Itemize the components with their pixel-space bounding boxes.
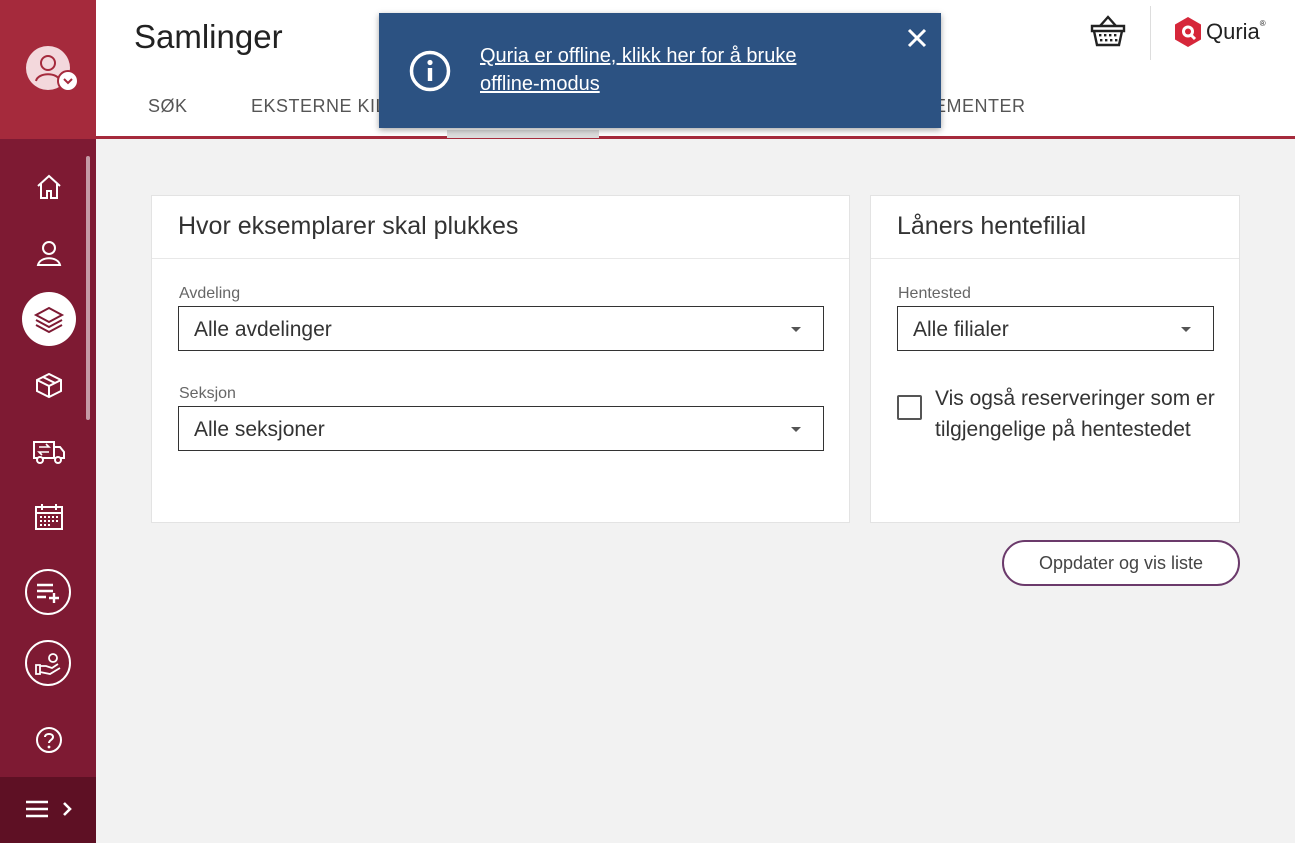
quria-logo: Quria®	[1174, 16, 1266, 48]
close-icon[interactable]	[906, 27, 928, 54]
help-icon[interactable]	[24, 715, 74, 765]
quria-logo-icon	[1175, 17, 1201, 47]
caret-down-icon	[791, 427, 801, 432]
menu-expand-icon[interactable]	[0, 777, 96, 843]
chevron-down-icon[interactable]	[57, 70, 79, 92]
offline-toast: Quria er offline, klikk her for å bruke …	[379, 13, 941, 128]
department-value: Alle avdelinger	[194, 318, 332, 341]
home-icon[interactable]	[24, 162, 74, 212]
available-reservations-label[interactable]: Vis også reserveringer som er tilgjengel…	[935, 383, 1225, 445]
basket-icon[interactable]	[1090, 14, 1126, 53]
sidebar-header	[0, 0, 96, 139]
hand-give-icon[interactable]	[25, 640, 71, 686]
sidebar	[0, 0, 96, 843]
available-reservations-checkbox[interactable]	[897, 395, 922, 420]
active-tab-indicator	[447, 130, 599, 138]
info-icon	[409, 50, 451, 97]
tab-elements[interactable]: EMENTER	[934, 96, 1026, 117]
caret-down-icon	[1181, 327, 1191, 332]
header-divider	[1150, 6, 1151, 60]
layers-icon[interactable]	[22, 292, 76, 346]
pick-location-card: Hvor eksemplarer skal plukkes Avdeling A…	[151, 195, 850, 523]
section-value: Alle seksjoner	[194, 418, 325, 441]
calendar-icon[interactable]	[24, 492, 74, 542]
truck-transfer-icon[interactable]	[24, 426, 74, 476]
brand-name-text: Quria	[1206, 19, 1260, 44]
brand-name: Quria®	[1206, 19, 1266, 45]
offline-mode-link[interactable]: Quria er offline, klikk her for å bruke …	[480, 42, 860, 98]
pick-location-title: Hvor eksemplarer skal plukkes	[178, 212, 519, 240]
pickup-value: Alle filialer	[913, 318, 1009, 341]
tab-search[interactable]: SØK	[148, 96, 188, 117]
page-title: Samlinger	[134, 18, 283, 55]
pickup-branch-card: Låners hentefilial Hentested Alle filial…	[870, 195, 1240, 523]
section-select[interactable]: Alle seksjoner	[178, 406, 824, 451]
department-label: Avdeling	[179, 285, 241, 302]
sidebar-scrollbar[interactable]	[86, 156, 90, 420]
pickup-select[interactable]: Alle filialer	[897, 306, 1214, 351]
pickup-branch-title: Låners hentefilial	[897, 212, 1087, 240]
pickup-label: Hentested	[898, 285, 971, 302]
brand-reg: ®	[1259, 19, 1266, 28]
list-add-icon[interactable]	[25, 569, 71, 615]
card-divider	[871, 258, 1239, 259]
package-icon[interactable]	[24, 360, 74, 410]
tab-external-sources[interactable]: EKSTERNE KIL	[251, 96, 386, 117]
update-list-button[interactable]: Oppdater og vis liste	[1002, 540, 1240, 586]
card-divider	[152, 258, 849, 259]
user-icon[interactable]	[24, 228, 74, 278]
section-label: Seksjon	[179, 385, 236, 402]
department-select[interactable]: Alle avdelinger	[178, 306, 824, 351]
caret-down-icon	[791, 327, 801, 332]
